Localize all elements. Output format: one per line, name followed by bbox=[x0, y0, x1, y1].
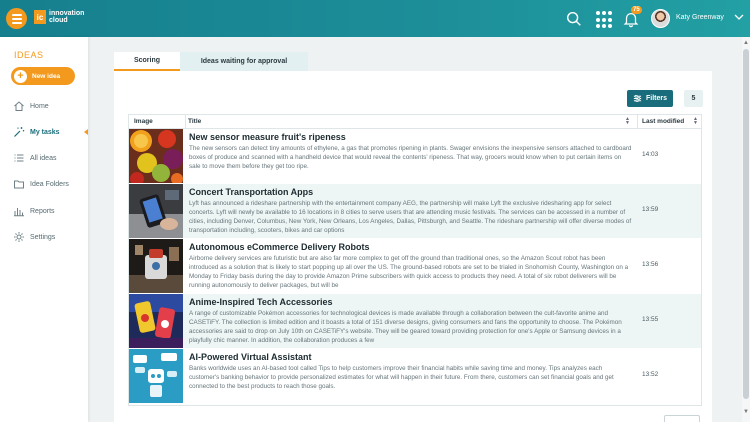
sidebar-item-settings[interactable]: Settings bbox=[0, 227, 88, 247]
sidebar-item-label: My tasks bbox=[30, 128, 60, 136]
idea-title[interactable]: Concert Transportation Apps bbox=[189, 187, 313, 197]
home-icon bbox=[14, 101, 24, 111]
idea-title[interactable]: AI-Powered Virtual Assistant bbox=[189, 352, 312, 362]
column-header-title[interactable]: Title ▲ ▼ bbox=[185, 115, 633, 128]
idea-description: The new sensors can detect tiny amounts … bbox=[189, 145, 632, 170]
tab-scoring[interactable]: Scoring bbox=[114, 52, 180, 71]
sidebar-item-label: Reports bbox=[30, 207, 55, 215]
logo-line-1: innovation bbox=[49, 10, 85, 17]
sidebar-item-reports[interactable]: Reports bbox=[0, 201, 88, 221]
logo-mark: ic bbox=[34, 10, 46, 24]
table-row[interactable]: Concert Transportation Apps Lyft has ann… bbox=[129, 184, 701, 238]
filter-sliders-icon bbox=[633, 94, 642, 103]
sort-icon[interactable]: ▲ ▼ bbox=[625, 117, 630, 126]
sidebar-item-idea-folders[interactable]: Idea Folders bbox=[0, 174, 88, 194]
last-modified: 14:03 bbox=[642, 151, 659, 158]
idea-description: Banks worldwide uses an AI-based tool ca… bbox=[189, 365, 614, 390]
last-modified: 13:56 bbox=[642, 261, 659, 268]
gear-icon bbox=[14, 232, 24, 242]
robot-thumbnail bbox=[129, 239, 183, 293]
sidebar-item-all-ideas[interactable]: All ideas bbox=[0, 148, 88, 168]
ideas-table: Image Title ▲ ▼ Last modified ▲ ▼ New se… bbox=[128, 114, 702, 406]
top-bar: ic innovation cloud 75 Katy Greenway bbox=[0, 0, 750, 37]
bar-chart-icon bbox=[14, 208, 24, 217]
tab-ideas-waiting-for-approval[interactable]: Ideas waiting for approval bbox=[180, 52, 308, 71]
column-header-label: Title bbox=[188, 118, 202, 125]
idea-description: Airborne delivery services are futuristi… bbox=[189, 255, 629, 289]
idea-title[interactable]: Anime-Inspired Tech Accessories bbox=[189, 297, 333, 307]
apps-grid-icon[interactable] bbox=[596, 11, 612, 29]
folder-icon bbox=[14, 180, 24, 189]
column-header-label: Last modified bbox=[642, 118, 685, 125]
fruit-thumbnail bbox=[129, 129, 183, 183]
user-name[interactable]: Katy Greenway bbox=[676, 14, 724, 21]
phone-thumbnail bbox=[129, 184, 183, 238]
sidebar-item-my-tasks[interactable]: My tasks bbox=[0, 122, 88, 142]
sidebar-item-label: Settings bbox=[30, 233, 56, 241]
table-row[interactable]: Autonomous eCommerce Delivery Robots Air… bbox=[129, 239, 701, 293]
last-modified: 13:52 bbox=[642, 371, 659, 378]
idea-description: Lyft has announced a rideshare partnersh… bbox=[189, 200, 632, 234]
idea-title[interactable]: New sensor measure fruit's ripeness bbox=[189, 132, 346, 142]
phone-case-thumbnail bbox=[129, 294, 183, 348]
scroll-up-arrow-icon[interactable]: ▲ bbox=[743, 40, 749, 46]
new-idea-button[interactable]: + New idea bbox=[11, 67, 75, 85]
table-header: Image Title ▲ ▼ Last modified ▲ ▼ bbox=[129, 115, 701, 129]
page-scrollbar[interactable]: ▲ ▼ bbox=[742, 37, 750, 422]
sidebar-item-label: Idea Folders bbox=[30, 180, 69, 188]
column-header-image: Image bbox=[134, 118, 153, 125]
magic-wand-icon bbox=[14, 127, 25, 137]
sidebar-item-label: All ideas bbox=[30, 154, 57, 162]
last-modified: 13:55 bbox=[642, 316, 659, 323]
avatar[interactable] bbox=[651, 9, 670, 28]
sidebar: IDEAS + New idea Home My tasks All ideas… bbox=[0, 37, 88, 422]
filters-button[interactable]: Filters bbox=[627, 90, 673, 107]
sidebar-item-label: Home bbox=[30, 102, 49, 110]
new-idea-label: New idea bbox=[32, 72, 61, 80]
idea-title[interactable]: Autonomous eCommerce Delivery Robots bbox=[189, 242, 370, 252]
result-count: 5 bbox=[684, 90, 703, 107]
logo-line-2: cloud bbox=[49, 17, 68, 24]
hamburger-menu-button[interactable] bbox=[6, 8, 27, 29]
assistant-thumbnail bbox=[129, 349, 183, 403]
table-row[interactable]: New sensor measure fruit's ripeness The … bbox=[129, 129, 701, 183]
sidebar-item-home[interactable]: Home bbox=[0, 96, 88, 116]
table-row[interactable]: Anime-Inspired Tech Accessories A range … bbox=[129, 294, 701, 348]
scrollbar-thumb[interactable] bbox=[743, 49, 749, 399]
chevron-down-icon[interactable] bbox=[734, 12, 744, 22]
tab-bar: Scoring Ideas waiting for approval bbox=[114, 52, 308, 71]
filters-label: Filters bbox=[645, 95, 667, 102]
sort-icon[interactable]: ▲ ▼ bbox=[693, 117, 698, 126]
scroll-down-arrow-icon[interactable]: ▼ bbox=[743, 409, 749, 415]
sidebar-title: IDEAS bbox=[14, 50, 44, 60]
search-icon[interactable] bbox=[565, 10, 583, 28]
scoring-panel: Filters 5 Image Title ▲ ▼ Last modified ▲… bbox=[114, 71, 712, 422]
table-row[interactable]: AI-Powered Virtual Assistant Banks world… bbox=[129, 349, 701, 403]
column-header-last-modified[interactable]: Last modified ▲ ▼ bbox=[637, 115, 701, 128]
notification-badge: 75 bbox=[631, 6, 642, 14]
plus-icon: + bbox=[14, 69, 27, 83]
idea-description: A range of customizable Pokémon accessor… bbox=[189, 310, 622, 344]
last-modified: 13:59 bbox=[642, 206, 659, 213]
main-content: Scoring Ideas waiting for approval Filte… bbox=[88, 37, 742, 422]
pagination-button[interactable] bbox=[664, 415, 700, 422]
logo[interactable]: ic innovation cloud bbox=[34, 10, 84, 24]
list-icon bbox=[14, 154, 24, 162]
